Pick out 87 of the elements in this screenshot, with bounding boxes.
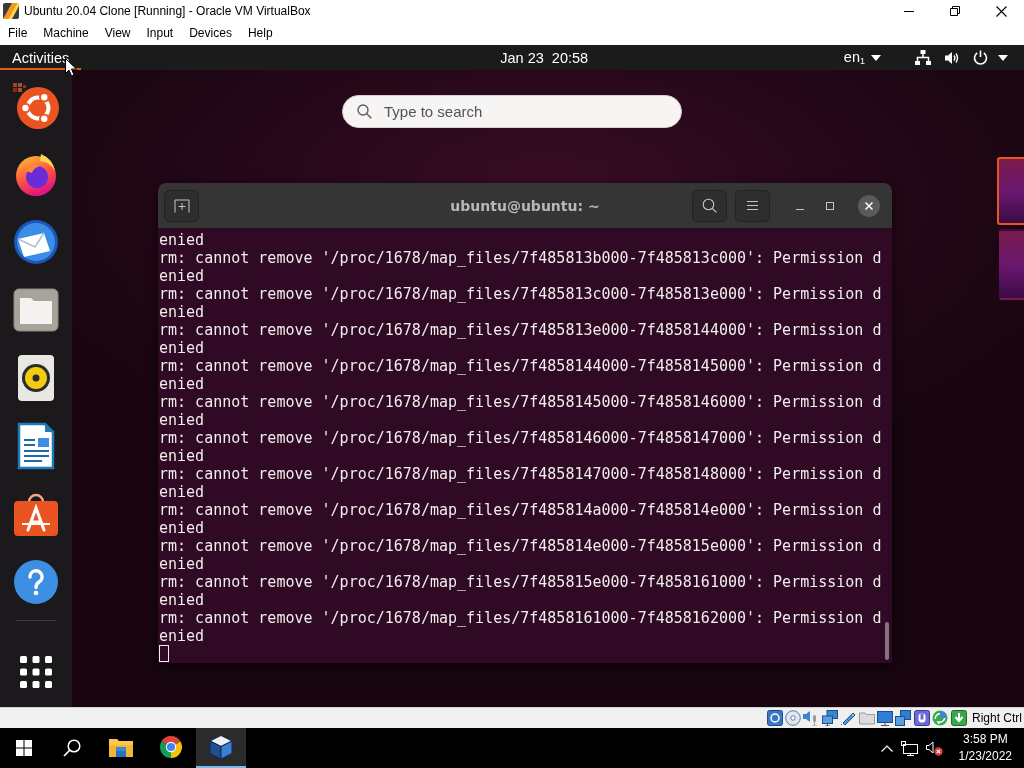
workspace-thumbnail[interactable] (997, 157, 1024, 225)
terminal-line: rm: cannot remove '/proc/1678/map_files/7f485813c000-7f485813e000': Permission d (159, 285, 882, 303)
mail-icon[interactable] (13, 219, 59, 265)
caret-up-icon[interactable] (880, 744, 893, 752)
menu-item[interactable]: Devices (181, 22, 240, 45)
text-cursor (159, 645, 169, 662)
search-icon (63, 739, 81, 757)
cube-icon (208, 734, 234, 760)
terminal-line: rm: cannot remove '/proc/1678/map_files/7f4858145000-7f4858146000': Permission d (159, 393, 882, 411)
clock-button[interactable]: Jan 23 20:58 (492, 45, 597, 70)
menu-icon (747, 201, 758, 210)
caret-icon[interactable] (998, 54, 1008, 61)
monitors-icon[interactable] (821, 710, 838, 726)
app-grid-icon[interactable] (20, 656, 52, 688)
network-icon[interactable] (900, 740, 918, 756)
restore-icon (950, 6, 960, 16)
terminal-line: enied (159, 591, 205, 609)
menu-item[interactable]: Machine (35, 22, 97, 45)
menu-item[interactable]: View (96, 22, 139, 45)
speaker-mic-icon[interactable] (803, 710, 820, 726)
close-button[interactable] (858, 194, 880, 217)
arrows-icon[interactable] (932, 710, 949, 726)
terminal-title: ubuntu@ubuntu: ~ (450, 197, 600, 214)
minimize-icon (796, 208, 804, 210)
caret-icon (871, 54, 881, 61)
close-icon (865, 201, 873, 210)
network-icon[interactable] (915, 50, 931, 65)
menu-button[interactable] (735, 189, 770, 222)
browser-icon[interactable] (13, 151, 59, 197)
search-button[interactable] (692, 189, 727, 222)
speaker-icon[interactable] (18, 355, 54, 401)
taskbar-app-button[interactable] (196, 728, 246, 768)
terminal-line: rm: cannot remove '/proc/1678/map_files/7f485814e000-7f485815e000': Permission d (159, 537, 882, 555)
terminal-line: enied (159, 555, 205, 573)
disk-icon[interactable] (766, 710, 783, 726)
logo-icon[interactable] (13, 83, 59, 129)
volume-icon[interactable] (945, 50, 960, 65)
menu-item[interactable]: Help (239, 22, 281, 45)
clock-button[interactable]: 3:58 PM 1/23/2022 (954, 728, 1016, 768)
chip-icon[interactable] (913, 710, 930, 726)
terminal-line: enied (159, 375, 205, 393)
app-icon (3, 3, 19, 19)
window-title: Ubuntu 20.04 Clone [Running] - Oracle VM VirtualBox (24, 4, 311, 18)
terminal-line: rm: cannot remove '/proc/1678/map_files/7f485814a000-7f485814e000': Permission d (159, 501, 882, 519)
pen-icon[interactable] (840, 710, 857, 726)
shopping-bag-icon[interactable] (13, 491, 59, 537)
terminal-line: rm: cannot remove '/proc/1678/map_files/7f485813b000-7f485813c000': Permission d (159, 249, 882, 267)
windows-logo-icon (16, 740, 32, 756)
close-icon (995, 5, 1007, 17)
scrollbar[interactable] (885, 622, 889, 660)
terminal-line: enied (159, 627, 205, 645)
monitor-icon[interactable] (877, 710, 894, 726)
workspace-thumbnail[interactable] (999, 229, 1024, 300)
host-key-label: Right Ctrl (972, 711, 1022, 725)
terminal-line: enied (159, 231, 205, 249)
power-icon[interactable] (973, 50, 988, 65)
new-tab-icon (173, 198, 190, 213)
browser-icon (159, 735, 183, 759)
terminal-line: enied (159, 519, 205, 537)
help-icon[interactable] (13, 559, 59, 605)
terminal-line: enied (159, 483, 205, 501)
terminal-line: rm: cannot remove '/proc/1678/map_files/7f485815e000-7f4858161000': Permission d (159, 573, 882, 591)
minimize-icon (904, 10, 914, 12)
terminal-line: enied (159, 411, 205, 429)
terminal-line: rm: cannot remove '/proc/1678/map_files/7f4858144000-7f4858145000': Permission d (159, 357, 882, 375)
maximize-icon (826, 201, 834, 210)
terminal-line: rm: cannot remove '/proc/1678/map_files/7f4858161000-7f4858162000': Permission d (159, 609, 882, 627)
terminal-line: rm: cannot remove '/proc/1678/map_files/7f4858146000-7f4858147000': Permission d (159, 429, 882, 447)
folder-icon[interactable] (13, 288, 59, 332)
menu-item[interactable]: File (0, 22, 36, 45)
folder-icon (109, 737, 133, 757)
terminal-line: enied (159, 339, 205, 357)
menu-item[interactable]: Input (138, 22, 182, 45)
terminal-line: enied (159, 267, 205, 285)
input-source-button[interactable]: en$_{1}$ (839, 45, 885, 70)
search-icon (357, 104, 372, 119)
muted-volume-icon[interactable] (925, 740, 943, 756)
search-field[interactable]: Type to search (342, 95, 682, 128)
new-tab-button[interactable] (164, 189, 199, 222)
download-icon[interactable] (950, 710, 967, 726)
terminal-line: enied (159, 447, 205, 465)
search-icon (702, 198, 717, 213)
terminal-line: enied (159, 303, 205, 321)
terminal-line: rm: cannot remove '/proc/1678/map_files/7f485813e000-7f4858144000': Permission d (159, 321, 882, 339)
document-icon[interactable] (17, 422, 55, 470)
terminal-line: rm: cannot remove '/proc/1678/map_files/7f4858147000-7f4858148000': Permission d (159, 465, 882, 483)
windows-icon[interactable] (895, 710, 912, 726)
